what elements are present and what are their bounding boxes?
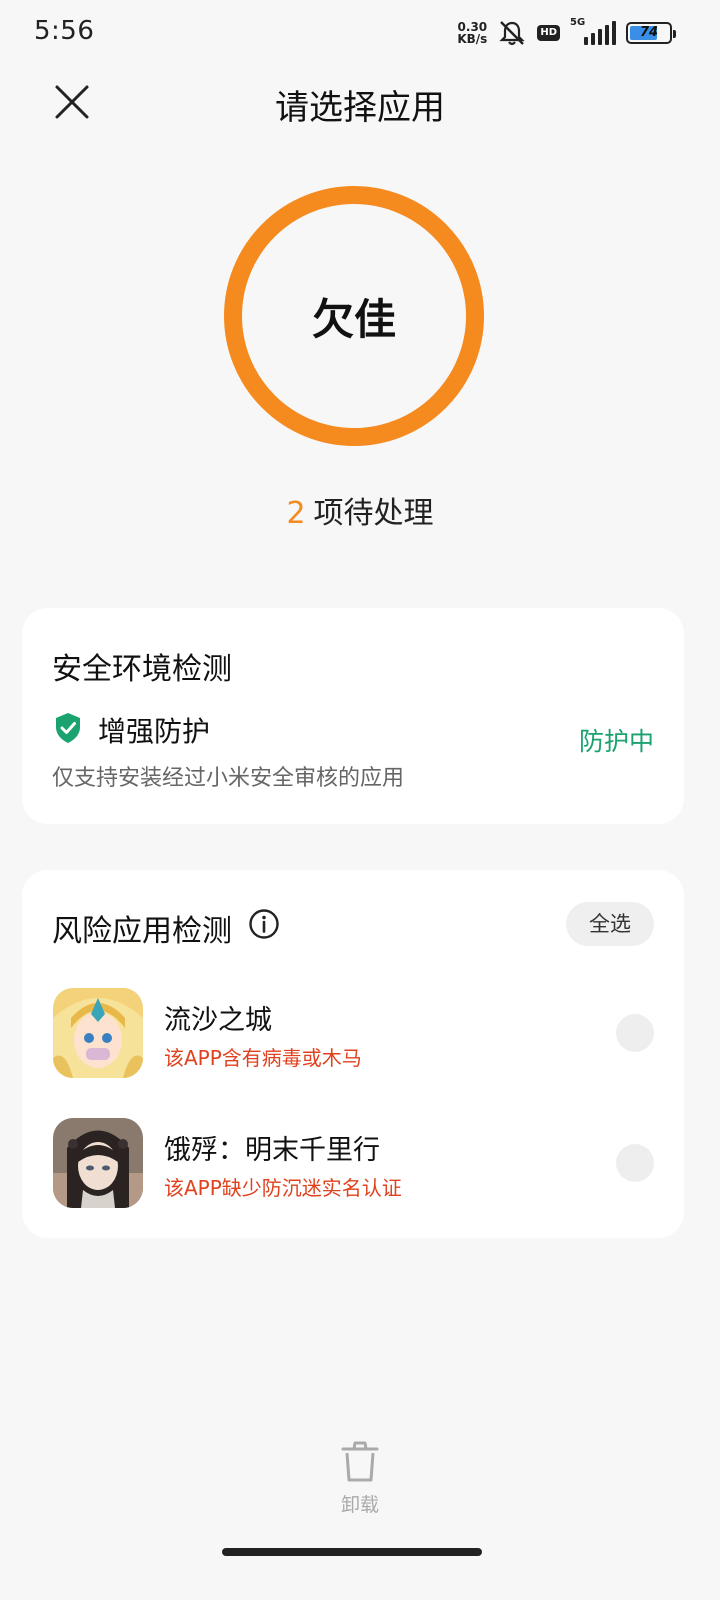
- status-bar: 5:56 0.30 KB/s HD 5G 74: [0, 0, 720, 64]
- risk-app-row[interactable]: 饿殍：明末千里行 该APP缺少防沉迷实名认证: [22, 1114, 684, 1214]
- risk-apps-card: 风险应用检测 全选 流沙之城 该APP含有病毒或木马 饿殍：明末千里行 该APP…: [22, 870, 684, 1238]
- security-environment-card: 安全环境检测 增强防护 仅支持安装经过小米安全审核的应用 防护中: [22, 608, 684, 824]
- app-name: 饿殍：明末千里行: [164, 1135, 380, 1166]
- enhanced-protection-label: 增强防护: [98, 715, 211, 748]
- status-time: 5:56: [34, 16, 95, 46]
- app-select-radio[interactable]: [616, 1144, 654, 1182]
- info-icon[interactable]: [248, 908, 280, 940]
- uninstall-label: 卸载: [340, 1494, 379, 1516]
- app-warning: 该APP含有病毒或木马: [164, 1046, 362, 1070]
- battery-percent: 74: [639, 25, 659, 40]
- trash-icon: [341, 1441, 379, 1482]
- home-indicator[interactable]: [222, 1548, 482, 1556]
- hd-badge: HD: [537, 25, 560, 41]
- app-security-page: 5:56 0.30 KB/s HD 5G 74 请选择应用 欠佳 2 项待处理 …: [0, 0, 720, 1600]
- app-icon-liusha: [53, 988, 143, 1078]
- shield-check-icon: [56, 713, 80, 743]
- pending-summary: 2 项待处理: [0, 488, 720, 532]
- app-icon-esu: [53, 1118, 143, 1208]
- environment-card-title: 安全环境检测: [52, 652, 232, 687]
- app-warning: 该APP缺少防沉迷实名认证: [164, 1176, 402, 1200]
- risk-card-title: 风险应用检测: [52, 914, 232, 949]
- enhanced-protection-description: 仅支持安装经过小米安全审核的应用: [52, 766, 405, 791]
- pending-count: 2: [286, 496, 306, 531]
- protection-status: 防护中: [578, 727, 654, 756]
- mute-bell-icon: [499, 21, 525, 46]
- uninstall-button[interactable]: 卸载: [320, 1440, 400, 1517]
- pending-text: 项待处理: [313, 496, 434, 531]
- page-title: 请选择应用: [275, 88, 445, 128]
- battery-icon: 74: [626, 22, 676, 44]
- status-icons: 0.30 KB/s HD 5G 74: [457, 17, 676, 48]
- app-select-radio[interactable]: [616, 1014, 654, 1052]
- network-type-label: 5G: [570, 17, 586, 28]
- network-speed: 0.30 KB/s: [457, 21, 487, 45]
- select-all-button[interactable]: 全选: [566, 902, 654, 946]
- app-name: 流沙之城: [164, 1005, 272, 1036]
- cell-signal-icon: 5G: [570, 17, 616, 45]
- score-label: 欠佳: [311, 295, 396, 344]
- network-speed-unit: KB/s: [457, 32, 488, 46]
- risk-app-row[interactable]: 流沙之城 该APP含有病毒或木马: [22, 984, 684, 1084]
